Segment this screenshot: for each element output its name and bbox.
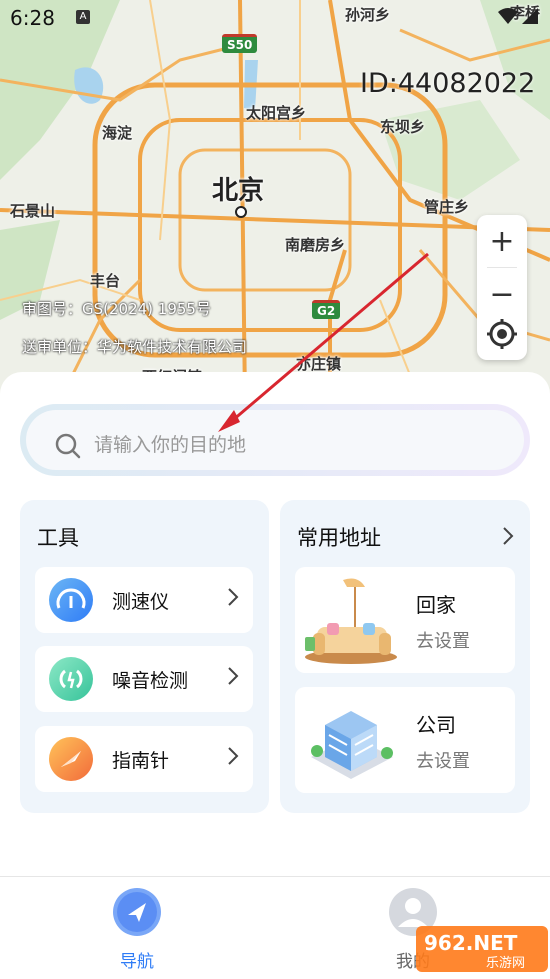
addresses-more-chevron-icon[interactable] bbox=[502, 526, 514, 546]
address-sub-office: 去设置 bbox=[416, 751, 470, 772]
navigation-icon bbox=[113, 888, 161, 936]
zoom-out-button[interactable]: − bbox=[477, 271, 527, 319]
map-controls: + − bbox=[477, 215, 527, 360]
map-label-nanmofang: 南磨房乡 bbox=[285, 236, 346, 254]
device-id-label: ID:44082022 bbox=[360, 68, 536, 99]
map-label-haidian: 海淀 bbox=[102, 124, 133, 142]
zoom-divider bbox=[487, 267, 517, 268]
highway-shield-s50: S50 bbox=[222, 34, 258, 53]
map-label-guanzhuang: 管庄乡 bbox=[424, 198, 470, 216]
address-item-office[interactable]: 公司 去设置 bbox=[295, 687, 515, 793]
speedometer-icon bbox=[49, 578, 93, 622]
watermark-logo: 962.NET 乐游网 bbox=[416, 926, 548, 972]
search-input[interactable]: 请输入你的目的地 bbox=[94, 430, 246, 457]
tool-label-noise: 噪音检测 bbox=[112, 670, 189, 692]
map-label-dongba: 东坝乡 bbox=[380, 118, 426, 136]
chevron-right-icon bbox=[228, 588, 239, 606]
search-icon bbox=[55, 433, 81, 459]
map-label-taiyanggong: 太阳宫乡 bbox=[246, 104, 307, 122]
map-label-beijing: 北京 bbox=[212, 176, 265, 206]
capital-marker-icon bbox=[235, 206, 247, 218]
bottom-sheet: 请输入你的目的地 工具 测速仪 噪音检测 指南针 常用地址 回家 去设置 公司 … bbox=[0, 372, 550, 877]
notification-icon: A bbox=[76, 10, 90, 24]
map-label-shijingshan: 石景山 bbox=[10, 202, 56, 220]
svg-text:乐游网: 乐游网 bbox=[486, 956, 525, 971]
wifi-signal-icon bbox=[498, 8, 538, 24]
address-sub-home: 去设置 bbox=[416, 631, 470, 652]
compass-icon bbox=[49, 737, 93, 781]
addresses-title: 常用地址 bbox=[297, 526, 381, 550]
zoom-in-button[interactable]: + bbox=[477, 218, 527, 266]
status-icons bbox=[496, 6, 540, 30]
locate-icon bbox=[487, 319, 517, 349]
svg-text:962.NET: 962.NET bbox=[424, 931, 518, 955]
highway-shield-g2: G2 bbox=[312, 300, 341, 319]
status-bar: 6:28 A bbox=[0, 0, 550, 34]
map-label-yizhuang: 亦庄镇 bbox=[296, 355, 342, 373]
status-time: 6:28 bbox=[10, 6, 55, 30]
tools-title: 工具 bbox=[37, 526, 79, 550]
search-bar[interactable]: 请输入你的目的地 bbox=[20, 404, 530, 476]
chevron-right-icon bbox=[228, 667, 239, 685]
map-approval-number: 审图号：GS(2024) 1955号 bbox=[22, 300, 211, 318]
tool-label-speedometer: 测速仪 bbox=[112, 591, 170, 613]
address-name-home: 回家 bbox=[416, 593, 456, 617]
map-submitter: 送审单位：华为软件技术有限公司 bbox=[22, 338, 248, 356]
noise-icon bbox=[49, 657, 93, 701]
address-name-office: 公司 bbox=[416, 713, 456, 737]
chevron-right-icon bbox=[228, 747, 239, 765]
tool-item-noise[interactable]: 噪音检测 bbox=[35, 646, 253, 712]
search-inner: 请输入你的目的地 bbox=[26, 410, 524, 470]
tool-item-speedometer[interactable]: 测速仪 bbox=[35, 567, 253, 633]
addresses-card: 常用地址 回家 去设置 公司 去设置 bbox=[280, 500, 530, 813]
map-label-fengtai: 丰台 bbox=[90, 272, 121, 290]
home-sofa-icon bbox=[305, 578, 397, 664]
address-item-home[interactable]: 回家 去设置 bbox=[295, 567, 515, 673]
office-building-icon bbox=[311, 711, 393, 779]
tab-label-navigation: 导航 bbox=[120, 952, 154, 972]
tab-navigation[interactable]: 导航 bbox=[82, 885, 192, 975]
tools-card: 工具 测速仪 噪音检测 指南针 bbox=[20, 500, 269, 813]
locate-button[interactable] bbox=[477, 315, 527, 360]
tool-label-compass: 指南针 bbox=[112, 750, 170, 772]
tool-item-compass[interactable]: 指南针 bbox=[35, 726, 253, 792]
